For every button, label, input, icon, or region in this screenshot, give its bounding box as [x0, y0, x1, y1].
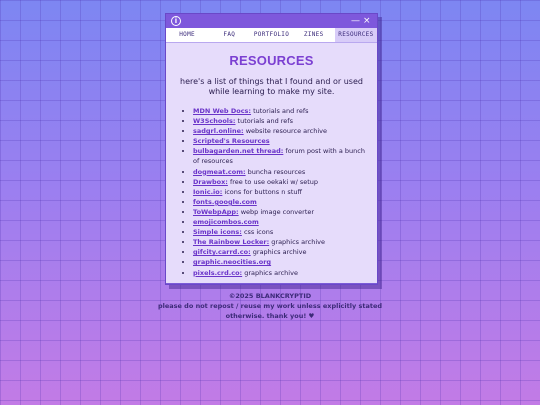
resource-item: dogmeat.com: buncha resources — [193, 167, 367, 177]
tab-portfolio[interactable]: PORTFOLIO — [250, 28, 292, 42]
tab-resources[interactable]: RESOURCES — [334, 28, 378, 42]
page-intro: here's a list of things that I found and… — [180, 77, 363, 96]
resource-item: gifcity.carrd.co: graphics archive — [193, 247, 367, 257]
page-title: RESOURCES — [229, 53, 314, 68]
resource-link[interactable]: graphic.neocities.org — [193, 258, 271, 266]
resource-item: ToWebpApp: webp image converter — [193, 207, 367, 217]
resource-item: Ionic.io: icons for buttons n stuff — [193, 187, 367, 197]
resource-item: graphic.neocities.org — [193, 257, 367, 267]
resource-link[interactable]: ToWebpApp: — [193, 208, 239, 216]
resource-item: Scripted's Resources — [193, 136, 367, 146]
resource-link[interactable]: W3Schools: — [193, 117, 235, 125]
resource-link[interactable]: gifcity.carrd.co: — [193, 248, 251, 256]
page-content: RESOURCES here's a list of things that I… — [166, 43, 377, 283]
resource-link[interactable]: dogmeat.com: — [193, 168, 246, 176]
nav-tabs: HOME FAQ PORTFOLIO ZINES RESOURCES — [166, 28, 378, 43]
resource-list: MDN Web Docs: tutorials and refsW3School… — [166, 106, 377, 278]
resource-item: emojicombos.com — [193, 217, 367, 227]
resource-link[interactable]: emojicombos.com — [193, 218, 259, 226]
resource-link[interactable]: The Rainbow Locker: — [193, 238, 269, 246]
resource-item: bulbagarden.net thread: forum post with … — [193, 146, 367, 166]
resource-description: icons for buttons n stuff — [222, 187, 302, 196]
footer-notice: please do not repost / reuse my work unl… — [157, 302, 383, 320]
resource-description: graphics archive — [269, 238, 325, 247]
close-button[interactable]: × — [363, 15, 371, 27]
resource-link[interactable]: fonts.google.com — [193, 198, 257, 206]
resource-description: graphics archive — [250, 248, 307, 257]
resource-link[interactable]: bulbagarden.net thread: — [193, 147, 283, 155]
site-window: i — × HOME FAQ PORTFOLIO ZINES RESOURCES… — [165, 13, 378, 285]
info-icon[interactable]: i — [171, 16, 181, 26]
resource-description: buncha resources — [245, 167, 306, 176]
resource-description: website resource archive — [243, 127, 328, 136]
resource-item: Drawbox: free to use oekaki w/ setup — [193, 177, 367, 187]
resource-description: free to use oekaki w/ setup — [227, 177, 319, 186]
resource-item: MDN Web Docs: tutorials and refs — [193, 106, 367, 116]
resource-item: The Rainbow Locker: graphics archive — [193, 237, 367, 247]
resource-link[interactable]: pixels.crd.co: — [193, 269, 242, 277]
resource-item: fonts.google.com — [193, 197, 367, 207]
resource-item: pixels.crd.co: graphics archive — [193, 268, 367, 278]
resource-description: css icons — [241, 228, 274, 237]
resource-item: Simple icons: css icons — [193, 227, 367, 237]
resource-link[interactable]: MDN Web Docs: — [193, 107, 251, 115]
resource-description: tutorials and refs — [251, 107, 309, 115]
tab-zines[interactable]: ZINES — [293, 28, 335, 42]
footer-copyright: ©2025 BLANKCRYPTID — [228, 292, 312, 300]
footer: ©2025 BLANKCRYPTID please do not repost … — [150, 291, 390, 321]
resource-item: sadgrl.online: website resource archive — [193, 126, 367, 136]
tab-faq[interactable]: FAQ — [208, 28, 250, 42]
resource-description: tutorials and refs — [235, 117, 293, 126]
resource-link[interactable]: Scripted's Resources — [193, 137, 270, 145]
resource-link[interactable]: Drawbox: — [193, 178, 228, 186]
resource-link[interactable]: Ionic.io: — [193, 188, 222, 196]
window-titlebar: i — × — [166, 14, 377, 28]
minimize-button[interactable]: — — [351, 15, 360, 27]
resource-description: graphics archive — [242, 268, 298, 277]
resource-link[interactable]: Simple icons: — [193, 228, 242, 236]
resource-item: W3Schools: tutorials and refs — [193, 116, 367, 126]
tab-home[interactable]: HOME — [166, 28, 208, 42]
resource-description: webp image converter — [238, 207, 315, 216]
resource-link[interactable]: sadgrl.online: — [193, 127, 244, 135]
